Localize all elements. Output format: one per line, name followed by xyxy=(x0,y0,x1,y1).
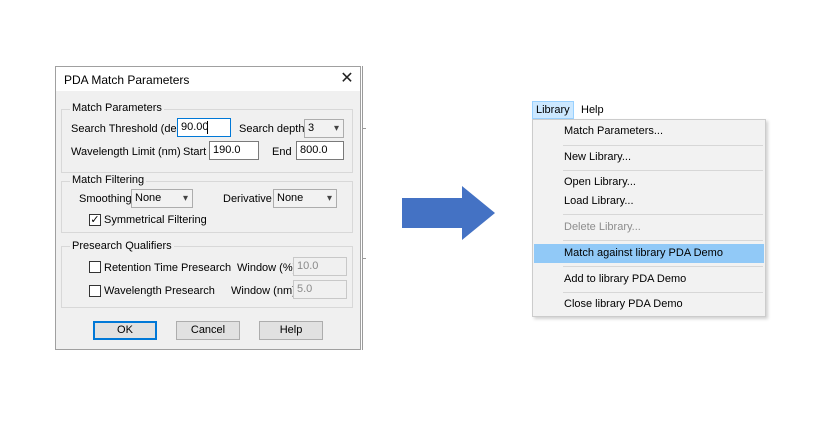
start-wavelength-value: 190.0 xyxy=(213,144,241,156)
smoothing-label: Smoothing xyxy=(79,193,132,205)
wavelength-limit-label: Wavelength Limit (nm) xyxy=(71,146,181,158)
presearch-qualifiers-group-label: Presearch Qualifiers xyxy=(70,240,174,252)
menu-item-close-library[interactable]: Close library PDA Demo xyxy=(534,295,764,314)
menu-item-new-library[interactable]: New Library... xyxy=(534,148,764,167)
background-window-edge xyxy=(362,128,366,129)
background-window-edge xyxy=(362,258,366,259)
pda-match-parameters-dialog: PDA Match Parameters ✕ Match Parameters … xyxy=(55,66,361,350)
menu-library[interactable]: Library xyxy=(532,101,574,119)
dialog-titlebar: PDA Match Parameters ✕ xyxy=(56,67,360,91)
retention-time-presearch-label: Retention Time Presearch xyxy=(104,262,232,274)
wavelength-presearch-checkbox[interactable] xyxy=(89,285,101,297)
right-arrow-icon xyxy=(402,186,495,240)
help-button[interactable]: Help xyxy=(259,321,323,340)
derivative-value: None xyxy=(277,192,304,204)
search-depth-select[interactable]: 3 ▾ xyxy=(304,119,344,138)
chevron-down-icon: ▾ xyxy=(326,193,332,204)
window-nm-label: Window (nm) xyxy=(231,285,296,297)
menu-help[interactable]: Help xyxy=(578,101,608,119)
cancel-button[interactable]: Cancel xyxy=(176,321,240,340)
menu-separator xyxy=(563,266,763,267)
menu-item-delete-library: Delete Library... xyxy=(564,221,641,233)
menu-separator xyxy=(563,170,763,171)
menu-separator xyxy=(563,214,763,215)
close-icon[interactable]: ✕ xyxy=(338,70,356,88)
window-percent-input[interactable]: 10.0 xyxy=(293,257,347,276)
menu-separator xyxy=(563,292,763,293)
window-percent-label: Window (%) xyxy=(237,262,297,274)
ok-button[interactable]: OK xyxy=(93,321,157,340)
text-caret xyxy=(207,121,208,134)
derivative-select[interactable]: None ▾ xyxy=(273,189,337,208)
match-filtering-group-label: Match Filtering xyxy=(70,174,147,186)
end-wavelength-input[interactable]: 800.0 xyxy=(296,141,344,160)
menu-separator xyxy=(563,145,763,146)
menu-item-match-parameters[interactable]: Match Parameters... xyxy=(534,122,764,141)
checkmark-icon: ✓ xyxy=(90,214,100,226)
menu-item-match-against-library[interactable]: Match against library PDA Demo xyxy=(534,244,764,263)
dialog-title: PDA Match Parameters xyxy=(64,73,190,87)
wavelength-presearch-label: Wavelength Presearch xyxy=(104,285,215,297)
window-percent-value: 10.0 xyxy=(297,260,319,272)
arrow-shape xyxy=(402,186,495,240)
start-label: Start xyxy=(183,146,207,158)
window-nm-value: 5.0 xyxy=(297,283,313,295)
menu-item-add-to-library[interactable]: Add to library PDA Demo xyxy=(534,270,764,289)
smoothing-value: None xyxy=(135,192,162,204)
symmetrical-filtering-label: Symmetrical Filtering xyxy=(104,214,207,226)
derivative-label: Derivative xyxy=(223,193,272,205)
search-threshold-label: Search Threshold (deg) xyxy=(71,123,187,135)
smoothing-select[interactable]: None ▾ xyxy=(131,189,193,208)
start-wavelength-input[interactable]: 190.0 xyxy=(209,141,259,160)
menu-item-load-library[interactable]: Load Library... xyxy=(534,192,764,211)
symmetrical-filtering-checkbox[interactable]: ✓ xyxy=(89,214,101,226)
match-parameters-group-label: Match Parameters xyxy=(70,102,164,114)
end-label: End xyxy=(272,146,292,158)
chevron-down-icon: ▾ xyxy=(333,123,339,134)
menu-item-open-library[interactable]: Open Library... xyxy=(534,173,764,192)
window-nm-input[interactable]: 5.0 xyxy=(293,280,347,299)
search-depth-value: 3 xyxy=(308,122,315,134)
retention-time-presearch-checkbox[interactable] xyxy=(89,261,101,273)
chevron-down-icon: ▾ xyxy=(182,193,188,204)
search-depth-label: Search depth xyxy=(239,123,305,135)
end-wavelength-value: 800.0 xyxy=(300,144,328,156)
background-window-edge xyxy=(362,66,363,350)
menu-separator xyxy=(563,240,763,241)
search-threshold-value: 90.00 xyxy=(181,121,209,133)
search-threshold-input[interactable]: 90.00 xyxy=(177,118,231,137)
library-dropdown-menu: Match Parameters... New Library... Open … xyxy=(532,119,766,317)
